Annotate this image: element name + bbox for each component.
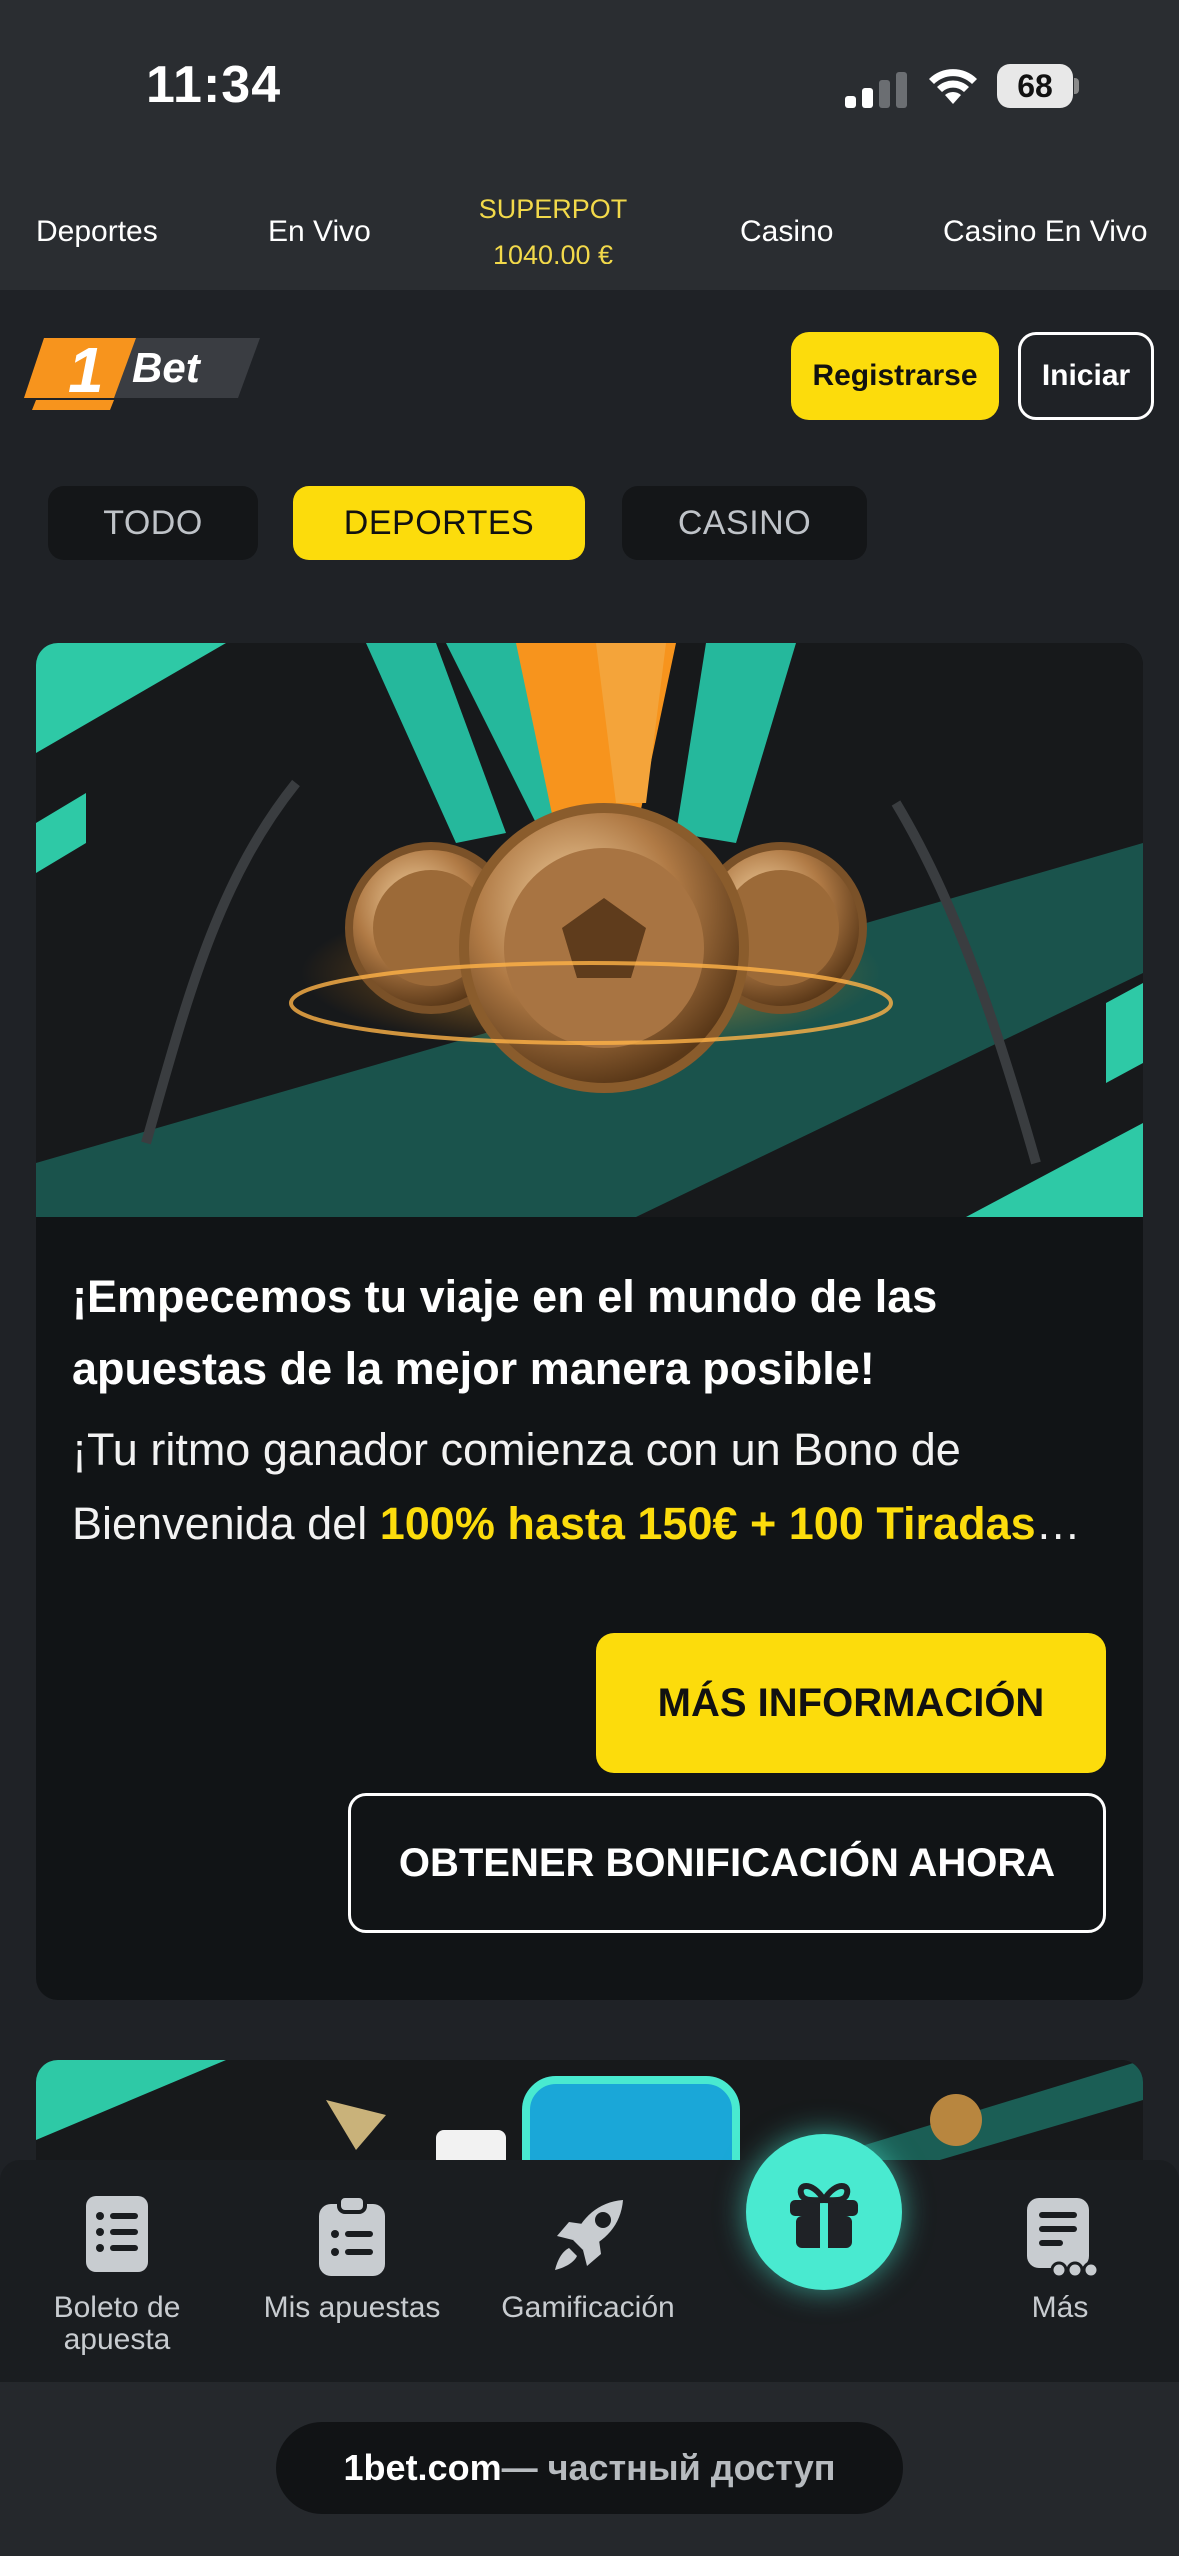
rocket-icon	[555, 2200, 623, 2270]
nav-superpot[interactable]: SUPERPOT 1040.00 €	[478, 188, 628, 264]
battery-level: 68	[997, 64, 1073, 108]
nav-deportes[interactable]: Deportes	[36, 215, 158, 249]
logo-number: 1	[68, 338, 104, 406]
bottom-nav-betslip[interactable]: Boleto de apuesta	[17, 2190, 217, 2356]
bottom-navigation: Boleto de apuesta Mis apuestas Gamificac…	[0, 2160, 1179, 2382]
address-domain: 1bet.com	[343, 2447, 502, 2488]
more-icon	[1027, 2198, 1100, 2279]
filter-tab-casino[interactable]: CASINO	[622, 486, 867, 560]
brand-logo[interactable]: 1 Bet	[24, 338, 260, 410]
promo-description: ¡Tu ritmo ganador comienza con un Bono d…	[72, 1413, 1122, 1561]
bottom-nav-gamification-label: Gamificación	[501, 2291, 675, 2324]
address-private-label: — частный доступ	[501, 2447, 836, 2488]
register-button[interactable]: Registrarse	[791, 332, 999, 420]
filter-tab-deportes[interactable]: DEPORTES	[293, 486, 585, 560]
gift-button[interactable]	[746, 2134, 902, 2290]
betslip-icon	[86, 2196, 148, 2272]
bottom-nav-gamification[interactable]: Gamificación	[488, 2190, 688, 2324]
status-bar: 11:34 68	[0, 0, 1179, 175]
bottom-nav-more[interactable]: Más	[960, 2190, 1160, 2324]
superpot-title: SUPERPOT	[478, 194, 628, 224]
bottom-nav-betslip-label: Boleto de apuesta	[53, 2291, 181, 2356]
bottom-nav-my-bets[interactable]: Mis apuestas	[252, 2190, 452, 2324]
cellular-signal-icon	[845, 72, 907, 108]
page-content: 1 Bet Registrarse Iniciar TODO DEPORTES …	[0, 290, 1179, 2260]
medals-banner-image	[36, 643, 1143, 1217]
get-bonus-button[interactable]: OBTENER BONIFICACIÓN AHORA	[348, 1793, 1106, 1933]
superpot-amount: 1040.00 €	[492, 240, 614, 264]
promo-desc-ellipsis: …	[1035, 1498, 1081, 1549]
filter-tab-todo[interactable]: TODO	[48, 486, 258, 560]
clipboard-icon	[319, 2194, 385, 2276]
battery-icon: 68	[997, 64, 1079, 108]
promo-title: ¡Empecemos tu viaje en el mundo de las a…	[72, 1271, 938, 1394]
bottom-nav-my-bets-label: Mis apuestas	[263, 2291, 441, 2324]
gift-icon	[790, 2183, 858, 2248]
status-time: 11:34	[146, 56, 282, 114]
promo-desc-highlight: 100% hasta 150€ + 100 Tiradas	[379, 1498, 1036, 1549]
browser-bar: 1bet.com — частный доступ	[0, 2382, 1179, 2556]
wifi-icon	[929, 69, 977, 104]
more-info-button[interactable]: MÁS INFORMACIÓN	[596, 1633, 1106, 1773]
address-bar[interactable]: 1bet.com — частный доступ	[276, 2422, 903, 2514]
nav-casino-en-vivo[interactable]: Casino En Vivo	[943, 215, 1148, 249]
nav-casino[interactable]: Casino	[740, 215, 833, 249]
nav-en-vivo[interactable]: En Vivo	[268, 215, 371, 249]
logo-text: Bet	[132, 344, 202, 391]
login-button[interactable]: Iniciar	[1018, 332, 1154, 420]
bottom-nav-more-label: Más	[1031, 2291, 1089, 2324]
promo-card: ¡Empecemos tu viaje en el mundo de las a…	[36, 643, 1143, 2000]
